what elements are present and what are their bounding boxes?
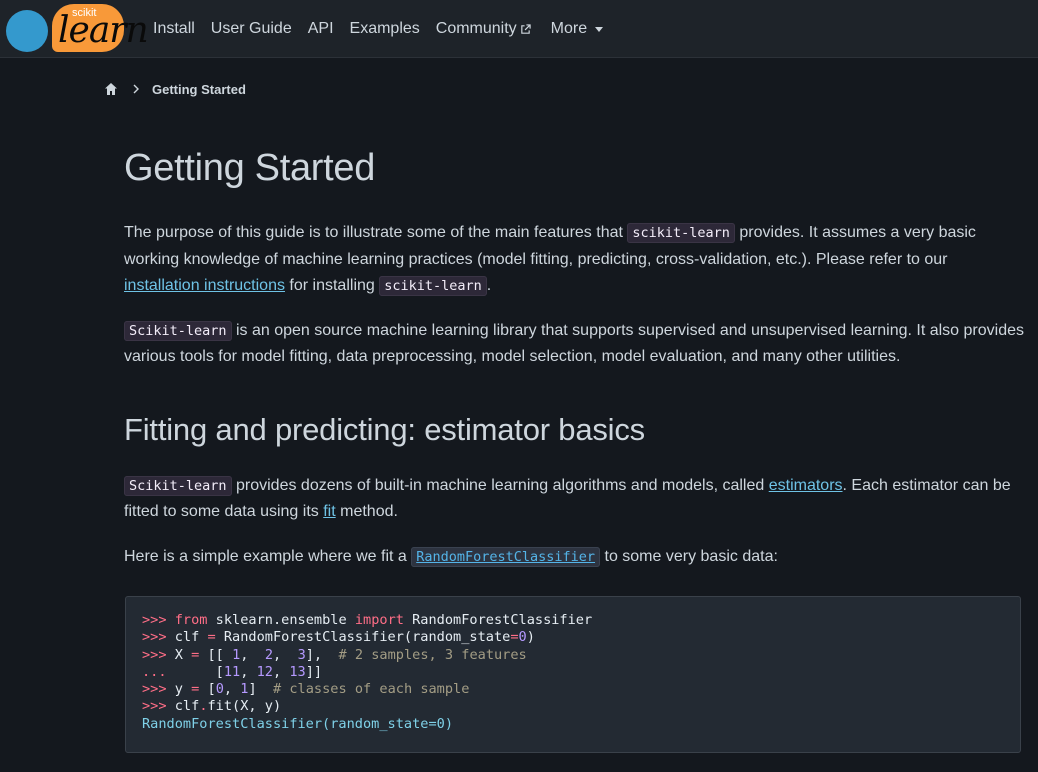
code-line: >>> from sklearn.ensemble import RandomF…	[142, 612, 1004, 629]
code-text: [[	[199, 646, 233, 663]
scikit-learn-logo[interactable]: learn scikit	[4, 4, 149, 54]
chevron-right-icon	[133, 84, 139, 94]
nav-community-label: Community	[435, 20, 517, 37]
code-text: [	[166, 663, 224, 680]
code-text: ,	[240, 646, 265, 663]
intro-paragraph: The purpose of this guide is to illustra…	[124, 220, 1024, 300]
code-text: y	[174, 681, 192, 698]
breadcrumb-current: Getting Started	[152, 81, 246, 97]
external-link-icon	[520, 23, 531, 34]
code-text: )	[526, 629, 535, 646]
example-paragraph: Here is a simple example where we fit a …	[124, 544, 1024, 571]
code-operator: =	[510, 629, 519, 646]
estimators-paragraph: Scikit-learn provides dozens of built-in…	[124, 473, 1024, 526]
code-text: X	[174, 646, 192, 663]
top-navbar: learn scikit Install User Guide API Exam…	[0, 0, 1038, 58]
estimators-text-1: provides dozens of built-in machine lear…	[231, 476, 769, 494]
nav-examples[interactable]: Examples	[350, 20, 420, 38]
intro-text-3: for installing	[284, 277, 380, 294]
estimators-text-3: method.	[335, 503, 398, 520]
code-text: RandomForestClassifier(random_state	[215, 629, 511, 646]
code-text: sklearn.ensemble	[207, 612, 355, 628]
example-text-1: Here is a simple example where we fit a	[124, 547, 412, 565]
page-title: Getting Started	[124, 147, 376, 189]
code-prompt: >>>	[142, 612, 175, 628]
section-title-estimator-basics: Fitting and predicting: estimator basics	[124, 411, 645, 447]
code-prompt: >>>	[142, 698, 175, 715]
code-text: ]	[248, 681, 273, 698]
about-text: is an open source machine learning libra…	[124, 321, 1024, 366]
code-line: >>> X = [[ 1, 2, 3], # 2 samples, 3 feat…	[142, 647, 1004, 664]
code-prompt: >>>	[142, 646, 175, 663]
code-comment: # classes of each sample	[273, 681, 470, 698]
code-line: ... [11, 12, 13]]	[142, 664, 1004, 681]
nav-install[interactable]: Install	[153, 20, 195, 38]
intro-text-1: The purpose of this guide is to illustra…	[124, 224, 628, 241]
code-operator: .	[199, 698, 208, 715]
breadcrumb: Getting Started	[104, 80, 246, 98]
code-text: ]]	[305, 663, 323, 680]
about-paragraph: Scikit-learn is an open source machine l…	[124, 318, 1024, 371]
code-text: [	[199, 681, 216, 698]
inline-code-scikit-learn-3: Scikit-learn	[124, 320, 232, 341]
code-line: >>> clf = RandomForestClassifier(random_…	[142, 629, 1004, 646]
code-line: >>> y = [0, 1] # classes of each sample	[142, 681, 1004, 698]
example-text-2: to some very basic data:	[600, 547, 778, 565]
logo-scikit-text: scikit	[72, 7, 97, 19]
code-text: ,	[272, 663, 290, 680]
nav-more-label: More	[550, 20, 588, 37]
code-prompt: >>>	[142, 629, 175, 646]
inline-code-scikit-learn: scikit-learn	[627, 223, 735, 243]
code-text: fit(X, y)	[207, 698, 282, 715]
nav-api[interactable]: API	[308, 20, 334, 38]
code-text: ,	[273, 646, 298, 663]
logo-blue-circle	[6, 10, 48, 52]
inline-code-scikit-learn-4: Scikit-learn	[124, 475, 232, 496]
nav-user-guide[interactable]: User Guide	[211, 20, 292, 38]
code-prompt: ...	[142, 663, 167, 680]
code-text: clf	[174, 629, 208, 646]
nav-more-dropdown[interactable]: More	[550, 20, 604, 38]
code-line: >>> clf.fit(X, y)	[142, 698, 1004, 715]
code-text: clf	[174, 698, 200, 715]
code-number: 2	[264, 646, 273, 663]
code-text: ],	[305, 646, 339, 663]
code-output: RandomForestClassifier(random_state=0)	[142, 715, 453, 732]
code-number: 3	[297, 646, 306, 663]
nav-community[interactable]: Community	[436, 20, 531, 38]
code-number: 11	[223, 663, 241, 680]
random-forest-classifier-link[interactable]: RandomForestClassifier	[411, 546, 601, 567]
code-prompt: >>>	[142, 681, 175, 698]
main-content: Getting Started The purpose of this guid…	[124, 140, 1024, 588]
code-text: ,	[223, 681, 241, 698]
code-operator: =	[207, 629, 216, 646]
code-number: 0	[215, 681, 224, 698]
code-keyword: import	[354, 612, 404, 628]
fit-link[interactable]: fit	[323, 503, 335, 520]
code-keyword: from	[174, 612, 208, 628]
installation-instructions-link[interactable]: installation instructions	[124, 277, 285, 294]
code-number: 13	[289, 663, 306, 680]
estimators-link[interactable]: estimators	[769, 477, 843, 494]
code-comment: # 2 samples, 3 features	[338, 646, 527, 663]
code-block[interactable]: >>> from sklearn.ensemble import RandomF…	[125, 596, 1021, 753]
nav-links: Install User Guide API Examples Communit…	[153, 0, 619, 58]
chevron-down-icon	[595, 26, 604, 32]
home-icon[interactable]	[104, 82, 118, 96]
code-text: ,	[240, 663, 257, 680]
code-number: 0	[518, 629, 527, 646]
code-text: RandomForestClassifier	[403, 612, 593, 628]
code-number: 12	[256, 663, 273, 680]
intro-text-4: .	[486, 277, 492, 294]
inline-code-scikit-learn-2: scikit-learn	[379, 276, 487, 296]
